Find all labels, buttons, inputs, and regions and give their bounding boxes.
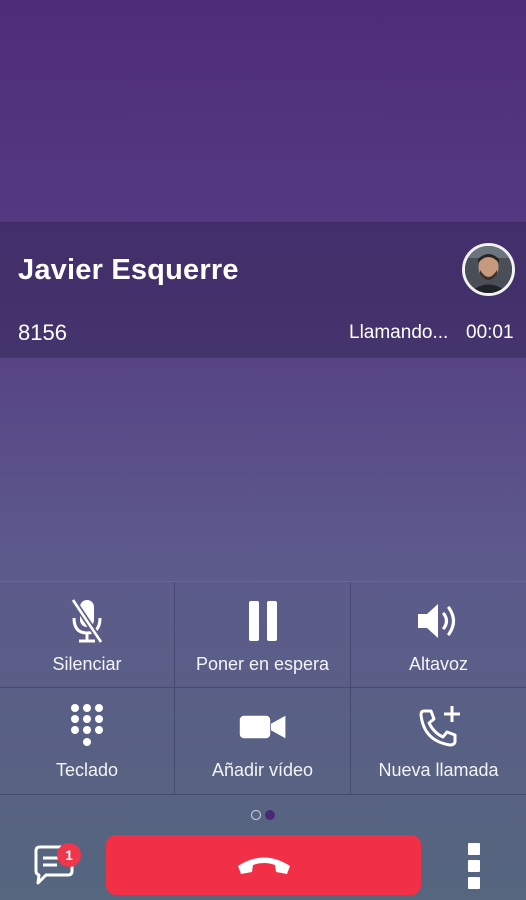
call-status: Llamando...	[349, 322, 449, 343]
caller-number: 8156	[18, 320, 67, 345]
hangup-icon	[237, 857, 290, 874]
new-call-label: Nueva llamada	[378, 760, 499, 780]
add-video-label: Añadir vídeo	[211, 760, 314, 780]
more-vertical-icon	[468, 843, 480, 855]
mute-label: Silenciar	[52, 654, 122, 674]
speaker-label: Altavoz	[408, 654, 469, 674]
keypad-button[interactable]: Teclado	[0, 688, 175, 795]
call-controls: Silenciar Poner en espera Altavoz Teclad…	[0, 581, 526, 795]
hangup-button[interactable]	[106, 835, 421, 895]
mic-off-icon	[63, 596, 111, 646]
hold-button[interactable]: Poner en espera	[175, 582, 351, 688]
page-dot-1[interactable]	[251, 810, 261, 820]
speaker-button[interactable]: Altavoz	[351, 582, 526, 688]
call-timer: 00:01	[466, 322, 514, 343]
hold-label: Poner en espera	[195, 654, 330, 674]
dialpad-icon	[63, 702, 111, 752]
more-options-button[interactable]	[463, 843, 485, 889]
caller-name: Javier Esquerre	[18, 254, 239, 286]
contact-avatar[interactable]	[462, 243, 515, 296]
add-call-icon	[415, 702, 463, 752]
add-video-button[interactable]: Añadir vídeo	[175, 688, 351, 795]
new-call-button[interactable]: Nueva llamada	[351, 688, 526, 795]
mute-button[interactable]: Silenciar	[0, 582, 175, 688]
page-indicator	[251, 810, 275, 820]
speaker-icon	[415, 596, 463, 646]
video-camera-icon	[239, 702, 287, 752]
chat-badge: 1	[57, 843, 81, 867]
page-dot-2[interactable]	[265, 810, 275, 820]
pause-icon	[239, 596, 287, 646]
keypad-label: Teclado	[55, 760, 119, 780]
